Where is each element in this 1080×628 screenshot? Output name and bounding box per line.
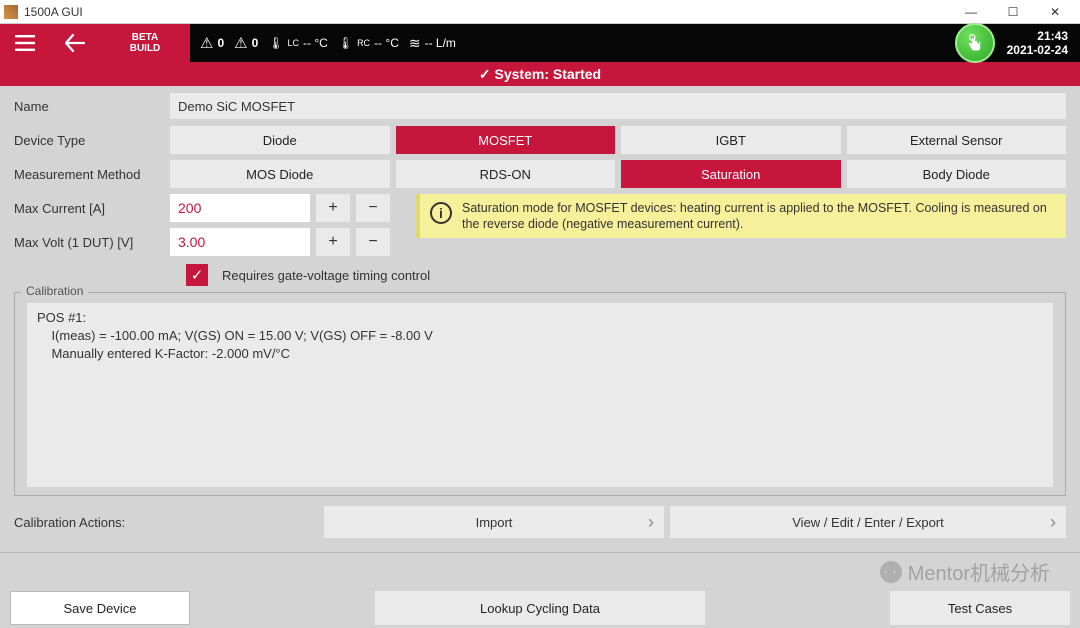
max-volt-minus-button[interactable]: − <box>356 228 390 256</box>
max-volt-plus-button[interactable]: + <box>316 228 350 256</box>
chevron-right-icon: › <box>648 512 654 533</box>
info-text: Saturation mode for MOSFET devices: heat… <box>462 200 1056 232</box>
calibration-text: POS #1: I(meas) = -100.00 mA; V(GS) ON =… <box>27 303 1053 487</box>
measurement-method-label: Measurement Method <box>14 167 170 182</box>
device-type-mosfet[interactable]: MOSFET <box>396 126 616 154</box>
thermometer-icon: 🌡 <box>338 36 353 50</box>
touch-hand-icon <box>964 32 986 54</box>
device-type-group: Diode MOSFET IGBT External Sensor <box>170 126 1066 154</box>
divider <box>0 552 1080 553</box>
save-device-button[interactable]: Save Device <box>10 591 190 625</box>
calibration-import-button[interactable]: Import › <box>324 506 664 538</box>
bottom-action-bar: Save Device Lookup Cycling Data Test Cas… <box>10 591 1070 625</box>
method-mos-diode[interactable]: MOS Diode <box>170 160 390 188</box>
window-maximize-button[interactable]: ☐ <box>992 0 1034 24</box>
time-text: 21:43 <box>1007 29 1068 43</box>
calibration-legend: Calibration <box>21 284 88 298</box>
method-saturation[interactable]: Saturation <box>621 160 841 188</box>
app-icon <box>4 5 18 19</box>
max-current-minus-button[interactable]: − <box>356 194 390 222</box>
device-form: Name Device Type Diode MOSFET IGBT Exter… <box>0 86 1080 628</box>
system-status-banner: ✓ System: Started <box>0 62 1080 86</box>
max-current-plus-button[interactable]: + <box>316 194 350 222</box>
beta-build-badge: BETA BUILD <box>100 24 190 62</box>
device-type-external-sensor[interactable]: External Sensor <box>847 126 1067 154</box>
warning-triangle-icon: ⚠ <box>200 34 213 52</box>
warning-count-2: ⚠ 0 <box>234 34 258 52</box>
warning-triangle-icon: ⚠ <box>234 34 247 52</box>
chevron-right-icon: › <box>1050 512 1056 533</box>
test-cases-button[interactable]: Test Cases <box>890 591 1070 625</box>
lookup-cycling-data-button[interactable]: Lookup Cycling Data <box>375 591 705 625</box>
temp-rc-status: 🌡RC -- °C <box>338 36 399 50</box>
max-volt-label: Max Volt (1 DUT) [V] <box>14 235 170 250</box>
device-type-igbt[interactable]: IGBT <box>621 126 841 154</box>
calibration-view-edit-button[interactable]: View / Edit / Enter / Export › <box>670 506 1066 538</box>
warning-count-1: ⚠ 0 <box>200 34 224 52</box>
menu-button[interactable] <box>0 24 50 62</box>
method-body-diode[interactable]: Body Diode <box>847 160 1067 188</box>
back-button[interactable] <box>50 24 100 62</box>
wave-icon: ≋ <box>409 35 421 52</box>
touch-action-button[interactable] <box>955 23 995 63</box>
window-titlebar: 1500A GUI — ☐ ✕ <box>0 0 1080 24</box>
name-label: Name <box>14 99 170 114</box>
window-title: 1500A GUI <box>24 5 83 19</box>
gate-voltage-checkbox[interactable]: ✓ <box>186 264 208 286</box>
back-arrow-icon <box>65 34 85 52</box>
max-volt-input[interactable] <box>170 228 310 256</box>
flow-status: ≋ -- L/m <box>409 35 456 52</box>
watermark-icon <box>880 561 902 583</box>
calibration-actions-label: Calibration Actions: <box>14 515 164 530</box>
calibration-fieldset: Calibration POS #1: I(meas) = -100.00 mA… <box>14 292 1066 496</box>
app-header: BETA BUILD ⚠ 0 ⚠ 0 🌡LC -- °C 🌡RC -- °C ≋… <box>0 24 1080 62</box>
measurement-method-group: MOS Diode RDS-ON Saturation Body Diode <box>170 160 1066 188</box>
device-name-input[interactable] <box>170 93 1066 119</box>
device-type-label: Device Type <box>14 133 170 148</box>
clock-display: 21:43 2021-02-24 <box>995 29 1080 57</box>
temp-lc-status: 🌡LC -- °C <box>268 36 328 50</box>
watermark: Mentor机械分析 <box>880 557 1050 586</box>
gate-voltage-label: Requires gate-voltage timing control <box>222 268 430 283</box>
device-type-diode[interactable]: Diode <box>170 126 390 154</box>
window-minimize-button[interactable]: — <box>950 0 992 24</box>
info-panel: i Saturation mode for MOSFET devices: he… <box>416 194 1066 238</box>
max-current-input[interactable] <box>170 194 310 222</box>
thermometer-icon: 🌡 <box>268 36 283 50</box>
max-current-label: Max Current [A] <box>14 201 170 216</box>
hamburger-icon <box>15 35 35 51</box>
method-rds-on[interactable]: RDS-ON <box>396 160 616 188</box>
date-text: 2021-02-24 <box>1007 43 1068 57</box>
window-close-button[interactable]: ✕ <box>1034 0 1076 24</box>
info-icon: i <box>430 202 452 224</box>
